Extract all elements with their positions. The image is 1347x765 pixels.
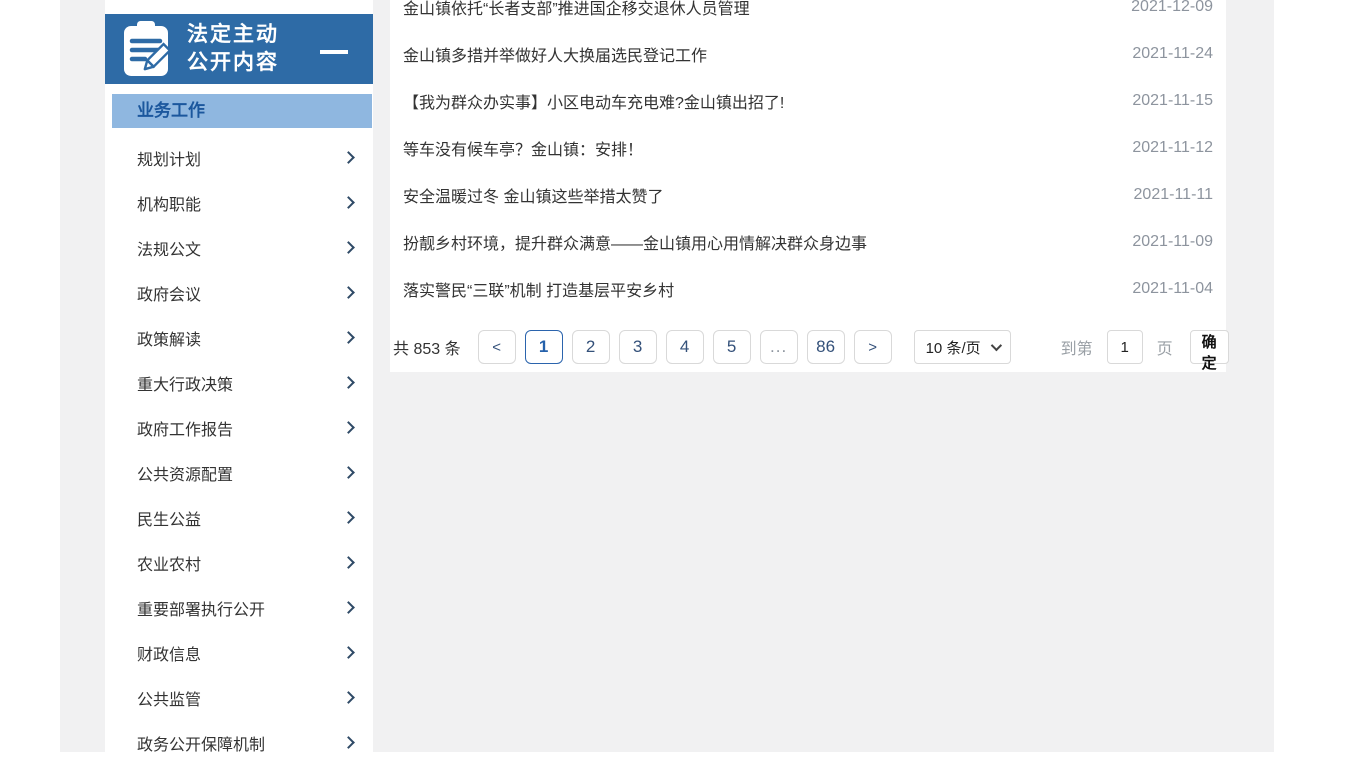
page-button-86[interactable]: 86 [807,330,845,364]
minus-icon [320,50,348,54]
prev-page-button[interactable]: < [478,330,516,364]
page-button-1[interactable]: 1 [525,330,563,364]
sidebar-item[interactable]: 机构职能 [105,180,373,225]
news-row: 扮靓乡村环境，提升群众满意——金山镇用心用情解决群众身边事 2021-11-09 [403,218,1213,265]
news-date: 2021-11-04 [1132,280,1213,298]
news-row: 【我为群众办实事】小区电动车充电难?金山镇出招了! 2021-11-15 [403,77,1213,124]
chevron-down-icon [990,340,1001,351]
confirm-button[interactable]: 确定 [1190,330,1229,364]
sidebar-item-label: 重大行政决策 [137,371,233,395]
sidebar-item[interactable]: 法规公文 [105,225,373,270]
page-button-2[interactable]: 2 [572,330,610,364]
sidebar-title-line2: 公开内容 [187,49,279,77]
news-date: 2021-11-24 [1132,45,1213,63]
chevron-right-icon [342,286,355,299]
news-row: 金山镇依托“长者支部”推进国企移交退休人员管理 2021-12-09 [403,0,1213,30]
chevron-right-icon [342,151,355,164]
sidebar-item-active[interactable]: 业务工作 [112,94,372,128]
news-row: 落实警民“三联”机制 打造基层平安乡村 2021-11-04 [403,265,1213,312]
chevron-right-icon [342,556,355,569]
sidebar-item[interactable]: 公共监管 [105,675,373,720]
news-list: 金山镇依托“长者支部”推进国企移交退休人员管理 2021-12-09 金山镇多措… [390,0,1226,312]
news-panel: 金山镇依托“长者支部”推进国企移交退休人员管理 2021-12-09 金山镇多措… [390,0,1226,372]
news-row: 安全温暖过冬 金山镇这些举措太赞了 2021-11-11 [403,171,1213,218]
chevron-right-icon [342,376,355,389]
news-title-link[interactable]: 安全温暖过冬 金山镇这些举措太赞了 [403,183,663,207]
chevron-right-icon [342,511,355,524]
sidebar-item[interactable]: 规划计划 [105,135,373,180]
sidebar-title-line1: 法定主动 [187,21,279,49]
chevron-right-icon [342,466,355,479]
news-title-link[interactable]: 扮靓乡村环境，提升群众满意——金山镇用心用情解决群众身边事 [403,230,867,254]
news-title-link[interactable]: 金山镇多措并举做好人大换届选民登记工作 [403,42,707,66]
sidebar-item[interactable]: 政府工作报告 [105,405,373,450]
sidebar-item-label: 农业农村 [137,551,201,575]
sidebar-item[interactable]: 重要部署执行公开 [105,585,373,630]
sidebar-item-label: 政府工作报告 [137,416,233,440]
sidebar-item[interactable]: 重大行政决策 [105,360,373,405]
sidebar-menu: 规划计划 机构职能 法规公文 政府会议 政策解读 重大行政决策 政府工作报告 [105,135,373,765]
goto-page-input[interactable] [1107,330,1143,364]
sidebar: 法定主动 公开内容 业务工作 规划计划 机构职能 法规公文 政府会议 政策解读 [105,0,373,752]
news-title-link[interactable]: 落实警民“三联”机制 打造基层平安乡村 [403,277,674,301]
sidebar-item[interactable]: 政务公开保障机制 [105,720,373,765]
chevron-right-icon [342,736,355,749]
page-size-label: 10 条/页 [926,337,981,358]
goto-page-suffix: 页 [1157,335,1173,359]
news-row: 等车没有候车亭？金山镇：安排！ 2021-11-12 [403,124,1213,171]
sidebar-item-label: 财政信息 [137,641,201,665]
sidebar-item[interactable]: 公共资源配置 [105,450,373,495]
sidebar-header: 法定主动 公开内容 [105,14,373,84]
sidebar-item-label: 政府会议 [137,281,201,305]
sidebar-item-label: 公共资源配置 [137,461,233,485]
news-title-link[interactable]: 金山镇依托“长者支部”推进国企移交退休人员管理 [403,0,750,19]
sidebar-item[interactable]: 农业农村 [105,540,373,585]
sidebar-item[interactable]: 政府会议 [105,270,373,315]
sidebar-item-label: 政务公开保障机制 [137,731,265,755]
total-count: 共 853 条 [393,335,461,359]
news-date: 2021-11-11 [1134,186,1213,204]
page-button-4[interactable]: 4 [666,330,704,364]
sidebar-item[interactable]: 民生公益 [105,495,373,540]
chevron-right-icon [342,196,355,209]
chevron-right-icon [342,691,355,704]
chevron-right-icon [342,241,355,254]
sidebar-item-label: 民生公益 [137,506,201,530]
collapse-button[interactable] [320,45,348,59]
chevron-right-icon [342,421,355,434]
goto-page-prefix: 到第 [1061,335,1093,359]
pagination-bar: 共 853 条 < 1 2 3 4 5 ... 86 > 10 条/页 到第 页… [390,330,1226,364]
sidebar-item-label: 重要部署执行公开 [137,596,265,620]
sidebar-item-label: 机构职能 [137,191,201,215]
news-title-link[interactable]: 【我为群众办实事】小区电动车充电难?金山镇出招了! [403,89,784,113]
page-size-select[interactable]: 10 条/页 [914,330,1011,364]
sidebar-title: 法定主动 公开内容 [187,21,279,77]
sidebar-item-label: 政策解读 [137,326,201,350]
sidebar-item-label: 规划计划 [137,146,201,170]
sidebar-item-label: 公共监管 [137,686,201,710]
chevron-right-icon [342,646,355,659]
next-page-button[interactable]: > [854,330,892,364]
news-date: 2021-12-09 [1131,0,1213,16]
sidebar-item[interactable]: 财政信息 [105,630,373,675]
news-date: 2021-11-15 [1132,92,1213,110]
news-title-link[interactable]: 等车没有候车亭？金山镇：安排！ [403,136,643,160]
clipboard-edit-icon [122,20,170,78]
chevron-right-icon [342,331,355,344]
page-button-3[interactable]: 3 [619,330,657,364]
news-date: 2021-11-12 [1132,139,1213,157]
chevron-right-icon [342,601,355,614]
news-date: 2021-11-09 [1132,233,1213,251]
news-row: 金山镇多措并举做好人大换届选民登记工作 2021-11-24 [403,30,1213,77]
sidebar-item-label: 法规公文 [137,236,201,260]
sidebar-item[interactable]: 政策解读 [105,315,373,360]
page-ellipsis-button[interactable]: ... [760,330,798,364]
page-button-5[interactable]: 5 [713,330,751,364]
